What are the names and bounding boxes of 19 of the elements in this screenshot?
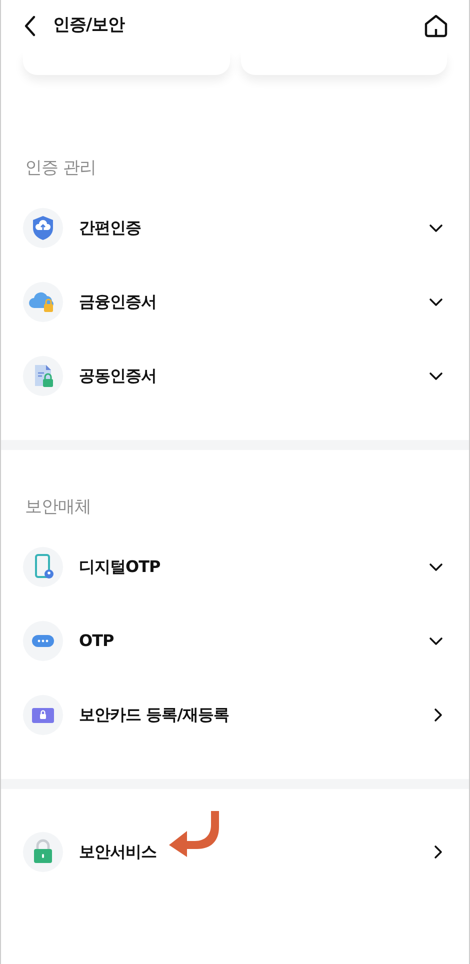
chevron-right-icon [434, 845, 443, 859]
phone-icon [23, 547, 63, 587]
home-button[interactable] [423, 13, 449, 39]
shield-icon [23, 208, 63, 248]
chevron-down-icon [429, 372, 443, 380]
lock-icon [23, 832, 63, 872]
tag-icon [23, 621, 63, 661]
chevron-right-icon [434, 708, 443, 722]
cloud-lock-icon [23, 282, 63, 322]
section-title: 인증 관리 [24, 157, 97, 180]
document-lock-icon [23, 356, 63, 396]
chevron-down-icon [429, 636, 443, 646]
chevron-down-icon [429, 562, 443, 572]
chevron-down-icon [429, 224, 443, 232]
back-button[interactable] [23, 15, 37, 37]
card-lock-icon [23, 695, 63, 735]
section-title: 보안매체 [24, 496, 92, 519]
chevron-down-icon [429, 298, 443, 306]
page-title: 인증/보안 [53, 14, 125, 38]
